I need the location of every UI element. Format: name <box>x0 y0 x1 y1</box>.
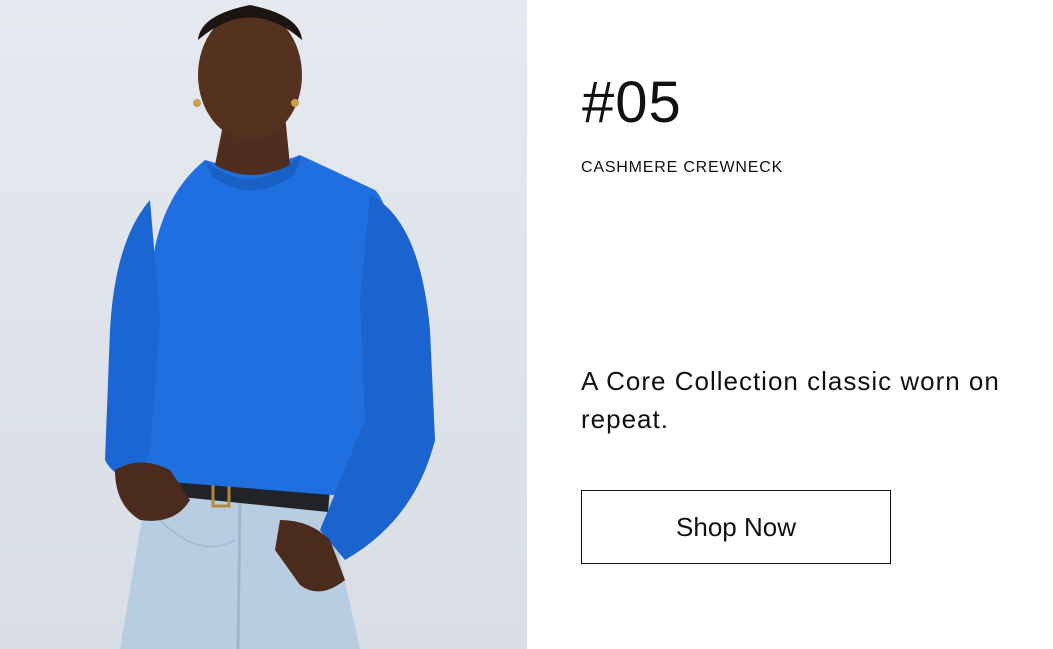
product-tagline: A Core Collection classic worn on repeat… <box>581 366 1000 434</box>
shop-now-button[interactable]: Shop Now <box>581 490 891 564</box>
product-name[interactable]: CASHMERE CREWNECK <box>581 159 783 177</box>
product-info-panel: #05 CASHMERE CREWNECK A Core Collection … <box>527 0 1053 649</box>
model-illustration <box>105 5 435 649</box>
promo-banner: #05 CASHMERE CREWNECK A Core Collection … <box>0 0 1053 649</box>
product-photo[interactable] <box>0 0 527 649</box>
product-number: #05 <box>582 70 682 135</box>
